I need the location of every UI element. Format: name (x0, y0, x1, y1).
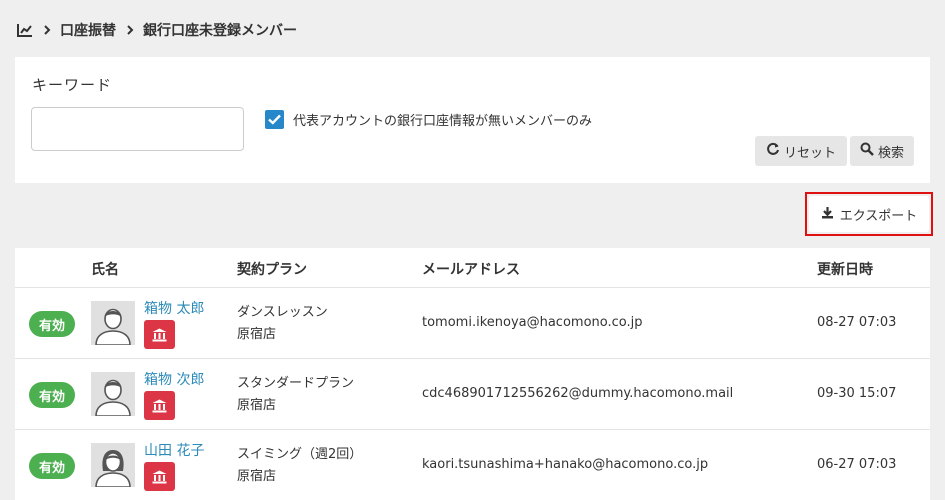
keyword-label: キーワード (32, 76, 113, 94)
member-name-link[interactable]: 箱物 太郎 (144, 298, 204, 318)
male-avatar-icon (91, 301, 135, 345)
updated-at: 09-30 15:07 (817, 386, 897, 401)
search-icon (860, 142, 878, 160)
member-name-link[interactable]: 箱物 次郎 (144, 369, 204, 389)
member-table: 氏名 契約プラン メールアドレス 更新日時 有効 箱物 太郎 ダンスレッスン 原… (15, 248, 930, 500)
female-avatar-icon (91, 443, 135, 487)
breadcrumb: 口座振替 銀行口座未登録メンバー (17, 20, 297, 40)
plan-name: スイミング（週2回） (237, 447, 363, 462)
reset-button[interactable]: リセット (755, 136, 847, 166)
chevron-right-icon (44, 25, 51, 35)
updated-at: 08-27 07:03 (817, 315, 897, 330)
search-button[interactable]: 検索 (850, 136, 914, 166)
header-updated[interactable]: 更新日時 (817, 259, 873, 279)
store-name: 原宿店 (237, 469, 277, 484)
bank-icon[interactable] (144, 462, 175, 491)
updated-at: 06-27 07:03 (817, 457, 897, 472)
export-label: エクスポート (839, 208, 918, 224)
checkbox-checked-icon[interactable] (265, 110, 284, 129)
download-icon (821, 206, 840, 223)
member-name-link[interactable]: 山田 花子 (144, 440, 204, 460)
filter-panel: キーワード 代表アカウントの銀行口座情報が無いメンバーのみ リセット 検索 (15, 57, 930, 183)
email-address: tomomi.ikenoya@hacomono.co.jp (422, 315, 643, 330)
store-name: 原宿店 (237, 327, 277, 342)
bank-icon[interactable] (144, 391, 175, 420)
store-name: 原宿店 (237, 398, 277, 413)
search-label: 検索 (877, 145, 904, 161)
status-badge: 有効 (29, 311, 75, 337)
chevron-right-icon (127, 25, 134, 35)
email-address: kaori.tsunashima+hanako@hacomono.co.jp (422, 457, 709, 472)
header-email[interactable]: メールアドレス (422, 259, 520, 279)
male-avatar-icon (91, 372, 135, 416)
bank-icon[interactable] (144, 320, 175, 349)
breadcrumb-item-account-transfer[interactable]: 口座振替 (60, 20, 116, 40)
contract-plan: ダンスレッスン 原宿店 (237, 302, 328, 346)
redo-icon (766, 142, 784, 160)
reset-label: リセット (783, 145, 836, 161)
plan-name: スタンダードプラン (237, 376, 355, 391)
table-row[interactable]: 有効 山田 花子 スイミング（週2回） 原宿店 kaori.tsunashima… (15, 430, 930, 500)
status-badge: 有効 (29, 453, 75, 479)
contract-plan: スイミング（週2回） 原宿店 (237, 444, 362, 488)
checkbox-label[interactable]: 代表アカウントの銀行口座情報が無いメンバーのみ (293, 110, 592, 129)
bank-missing-filter[interactable]: 代表アカウントの銀行口座情報が無いメンバーのみ (265, 110, 592, 129)
status-badge: 有効 (29, 382, 75, 408)
chart-line-icon[interactable] (17, 23, 33, 37)
header-plan[interactable]: 契約プラン (237, 259, 307, 279)
table-row[interactable]: 有効 箱物 次郎 スタンダードプラン 原宿店 cdc46890171255626… (15, 359, 930, 430)
export-button[interactable]: エクスポート (809, 196, 929, 232)
table-header: 氏名 契約プラン メールアドレス 更新日時 (15, 248, 930, 288)
plan-name: ダンスレッスン (237, 305, 328, 320)
contract-plan: スタンダードプラン 原宿店 (237, 373, 354, 417)
keyword-input[interactable] (31, 107, 244, 151)
header-name[interactable]: 氏名 (91, 259, 119, 279)
table-row[interactable]: 有効 箱物 太郎 ダンスレッスン 原宿店 tomomi.ikenoya@haco… (15, 288, 930, 359)
email-address: cdc468901712556262@dummy.hacomono.mail (422, 386, 734, 401)
breadcrumb-item-current: 銀行口座未登録メンバー (143, 23, 297, 39)
